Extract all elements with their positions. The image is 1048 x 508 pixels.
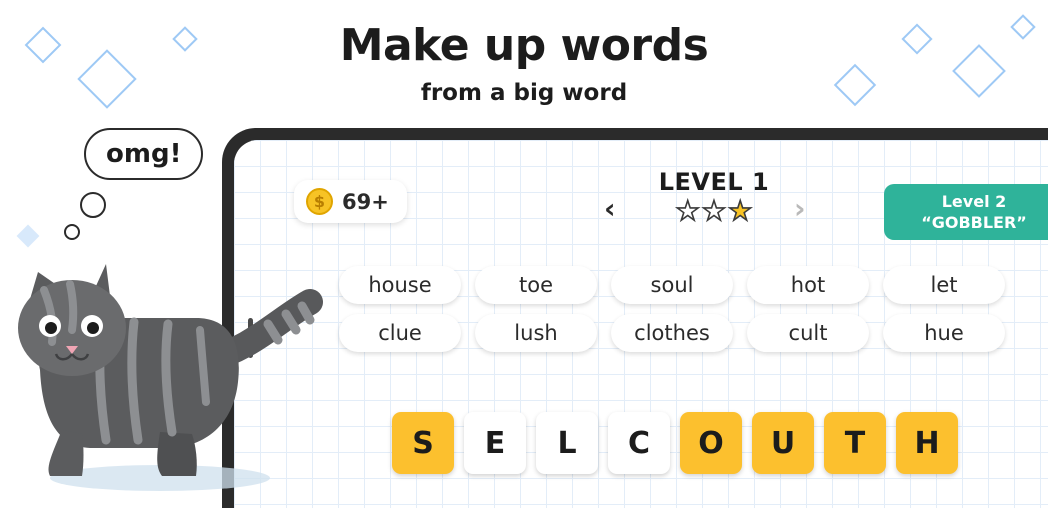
speech-bubble-text: omg! [106,139,182,169]
letter-tile[interactable]: S [392,412,454,474]
level-label: LEVEL 1 [658,168,770,196]
found-words-row: house toe soul hot let [339,266,1048,304]
page-subtitle: from a big word [420,80,628,107]
letter-tile[interactable]: C [608,412,670,474]
word-chip[interactable]: clothes [611,314,733,352]
level-indicator: LEVEL 1 ★ ★ ★ [624,168,804,227]
word-chip[interactable]: toe [475,266,597,304]
star-icon: ★ [727,196,753,227]
letter-tile-row: S E L C O U T H [392,412,958,474]
word-chip[interactable]: cult [747,314,869,352]
letter-tile[interactable]: E [464,412,526,474]
coin-balance[interactable]: $ 69+ [294,180,407,223]
found-words-list: house toe soul hot let clue lush clothes… [339,266,1048,362]
header: Make up words from a big word [0,0,1048,106]
decor-diamond [16,224,40,248]
star-icon: ★ [701,196,727,227]
word-chip[interactable]: clue [339,314,461,352]
star-rating: ★ ★ ★ [624,196,804,227]
next-level-word: “GOBBLER” [921,213,1027,232]
coin-count: 69+ [342,189,389,214]
letter-tile[interactable]: H [896,412,958,474]
page-title: Make up words [339,20,709,71]
letter-tile[interactable]: T [824,412,886,474]
speech-bubble: omg! [84,128,204,180]
word-chip[interactable]: let [883,266,1005,304]
word-chip[interactable]: hue [883,314,1005,352]
star-icon: ★ [675,196,701,227]
word-chip[interactable]: house [339,266,461,304]
letter-tile[interactable]: O [680,412,742,474]
speech-bubble-dot [80,192,106,218]
next-level-button[interactable]: Level 2 “GOBBLER” [884,184,1048,240]
game-screen: $ 69+ ‹ › LEVEL 1 ★ ★ ★ Level 2 “GOBBLER… [234,140,1048,508]
word-chip[interactable]: lush [475,314,597,352]
letter-tile[interactable]: L [536,412,598,474]
word-chip[interactable]: soul [611,266,733,304]
found-words-row: clue lush clothes cult hue [339,314,1048,352]
next-level-number: Level 2 [941,192,1007,211]
word-chip[interactable]: hot [747,266,869,304]
letter-tile[interactable]: U [752,412,814,474]
prev-level-button[interactable]: ‹ [604,192,616,225]
speech-bubble-dot [64,224,80,240]
phone-frame: $ 69+ ‹ › LEVEL 1 ★ ★ ★ Level 2 “GOBBLER… [222,128,1048,508]
cat-illustration [10,250,340,500]
cat-svg [18,264,323,491]
coin-icon: $ [306,188,333,215]
